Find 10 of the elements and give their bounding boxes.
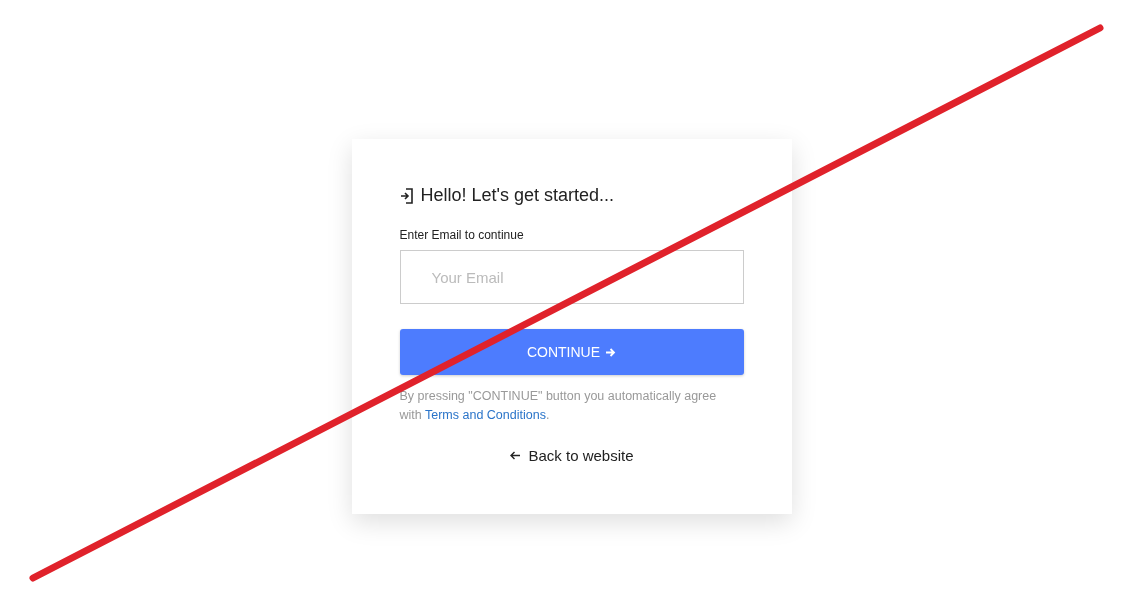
arrow-right-icon	[605, 346, 617, 358]
sign-in-icon	[399, 187, 414, 204]
email-field[interactable]: Your Email	[399, 250, 744, 304]
email-label: Enter Email to continue	[399, 228, 525, 242]
arrow-left-icon	[509, 450, 522, 461]
card-title: Hello! Let's get started...	[420, 185, 615, 206]
back-link[interactable]: Back to website	[509, 447, 634, 464]
continue-button[interactable]: CONTINUE	[399, 329, 744, 375]
agreement-text: By pressing "CONTINUE" button you automatically agree with Terms and Conditions.	[399, 388, 718, 424]
terms-link[interactable]: Terms and Conditions	[425, 408, 546, 422]
